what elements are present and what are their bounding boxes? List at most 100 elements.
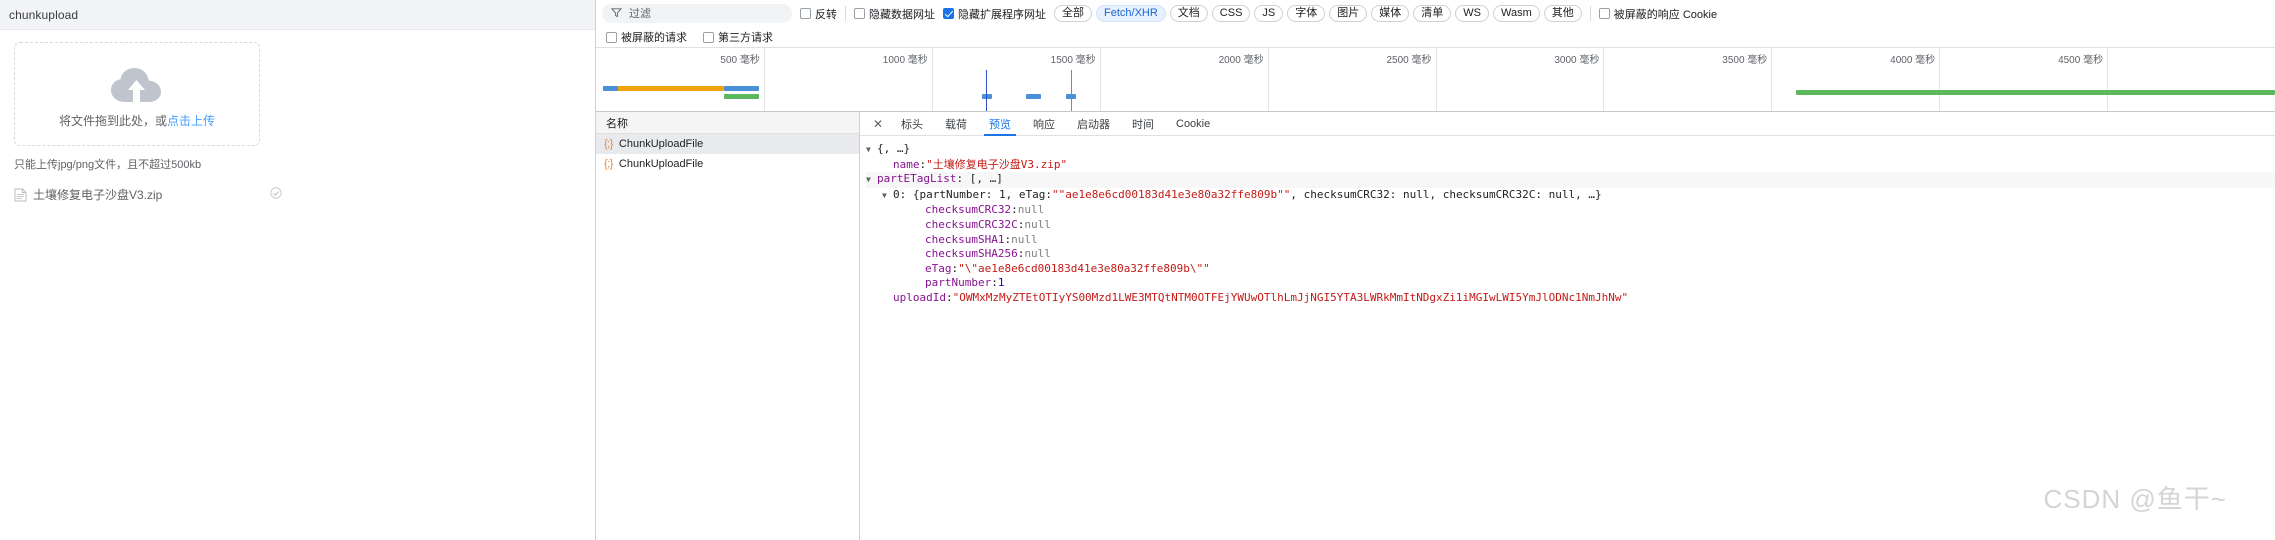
json-token: : (919, 157, 927, 171)
checkbox-hide-extension-urls[interactable]: 隐藏扩展程序网址 (943, 6, 1046, 22)
json-token: "土壤修复电子沙盘V3.zip" (926, 157, 1068, 171)
tab-timing[interactable]: 时间 (1121, 112, 1165, 135)
request-list-header: 名称 (596, 112, 859, 134)
chip-js[interactable]: JS (1254, 5, 1284, 22)
json-row[interactable]: ▼ partETagList: [, …] (866, 172, 2275, 188)
checkbox-blocked-response-cookies[interactable]: 被屏蔽的响应 Cookie (1598, 6, 1717, 22)
json-row[interactable]: checksumCRC32C: null (866, 218, 2275, 233)
json-token: 1 (997, 276, 1005, 290)
tab-cookie[interactable]: Cookie (1165, 112, 1221, 135)
list-item[interactable]: 土壤修复电子沙盘V3.zip (14, 184, 282, 205)
json-token: null (1011, 232, 1038, 246)
checkbox-invert[interactable]: 反转 (800, 6, 837, 22)
funnel-icon (610, 7, 623, 21)
timeline-tick-label: 500 毫秒 (720, 55, 760, 66)
chip-fetch-xhr[interactable]: Fetch/XHR (1096, 5, 1166, 22)
timeline-tick (931, 48, 933, 111)
checkbox-box (703, 31, 714, 43)
network-filter-toolbar-secondary: 被屏蔽的请求 第三方请求 (596, 27, 2275, 47)
chip-css[interactable]: CSS (1211, 5, 1251, 22)
devtools-network-panel: 反转 隐藏数据网址 隐藏扩展程序网址 全部 Fetch/XHR 文档 CSS J… (596, 0, 2275, 540)
json-token: : (1017, 217, 1025, 231)
chip-ws[interactable]: WS (1455, 5, 1489, 22)
json-token: : (1017, 247, 1025, 261)
json-row[interactable]: checksumCRC32: null (866, 203, 2275, 218)
disclosure-triangle-icon[interactable]: ▼ (882, 189, 893, 204)
json-row[interactable]: eTag: "\"ae1e8e6cd00183d41e3e80a32ffe809… (866, 262, 2275, 277)
dropzone-upload-link[interactable]: 点击上传 (167, 114, 215, 128)
timeline-event-marker (985, 70, 987, 111)
dropzone-text: 将文件拖到此处，或点击上传 (59, 112, 215, 129)
timeline-event-marker (1071, 70, 1073, 111)
json-token: checksumSHA1 (925, 232, 1005, 246)
tab-preview[interactable]: 预览 (978, 112, 1022, 136)
app-titlebar: chunkupload (0, 0, 595, 30)
json-row[interactable]: partNumber: 1 (866, 276, 2275, 291)
json-token: : [, …] (956, 172, 1003, 186)
disclosure-triangle-icon[interactable]: ▼ (866, 173, 877, 188)
checkbox-box (606, 31, 617, 43)
json-row[interactable]: name: "土壤修复电子沙盘V3.zip" (866, 158, 2275, 173)
table-row[interactable]: {;} ChunkUploadFile (596, 134, 859, 154)
timeline-tick-label: 3000 毫秒 (1554, 55, 1600, 66)
file-dropzone[interactable]: 将文件拖到此处，或点击上传 (14, 42, 260, 146)
search-input[interactable] (627, 6, 783, 21)
json-token: checksumSHA256 (925, 247, 1018, 261)
tab-initiator[interactable]: 启动器 (1066, 112, 1121, 135)
timeline-request-bar (723, 94, 759, 99)
chip-doc[interactable]: 文档 (1169, 5, 1208, 22)
table-row[interactable]: {;} ChunkUploadFile (596, 154, 859, 174)
chip-font[interactable]: 字体 (1287, 5, 1326, 22)
chip-manifest[interactable]: 清单 (1413, 5, 1452, 22)
column-header-name: 名称 (606, 117, 628, 130)
chip-all[interactable]: 全部 (1054, 5, 1092, 22)
timeline-request-bar (1025, 94, 1041, 99)
disclosure-triangle-icon[interactable]: ▼ (866, 143, 877, 158)
divider (1589, 6, 1591, 21)
application-pane: chunkupload 将文件拖到此处，或点击上传 只能上传jpg/png文件，… (0, 0, 596, 540)
json-token: : (991, 276, 998, 290)
tab-headers[interactable]: 标头 (890, 112, 934, 135)
json-token: partETagList (877, 172, 957, 186)
json-row[interactable]: checksumSHA256: null (866, 247, 2275, 262)
checkbox-hide-data-urls[interactable]: 隐藏数据网址 (854, 6, 935, 22)
json-row[interactable]: ▼ {, …} (866, 142, 2275, 158)
network-overview-timeline[interactable]: 500 毫秒 1000 毫秒 1500 毫秒 2000 毫秒 2500 毫秒 3000 毫… (596, 47, 2275, 112)
json-token: : {partNumber: 1, eTag: (899, 187, 1052, 201)
checkbox-label: 隐藏数据网址 (869, 8, 935, 21)
checkbox-third-party-requests[interactable]: 第三方请求 (703, 29, 773, 45)
json-token: {, …} (877, 142, 911, 155)
json-row[interactable]: ▼ 0: {partNumber: 1, eTag: ""ae1e8e6cd001… (866, 188, 2275, 204)
timeline-request-bar (982, 94, 993, 99)
request-detail-pane: ✕ 标头 载荷 预览 响应 启动器 时间 Cookie ▼ {, …} name: … (860, 112, 2275, 540)
json-token: null (1017, 203, 1045, 217)
chip-other[interactable]: 其他 (1543, 5, 1582, 22)
json-token: uploadId (893, 290, 946, 304)
chip-wasm[interactable]: Wasm (1493, 5, 1540, 22)
filter-input-wrapper[interactable] (602, 4, 792, 23)
json-preview-tree[interactable]: ▼ {, …} name: "土壤修复电子沙盘V3.zip" ▼ partETagLis… (860, 136, 2275, 540)
json-token: "OWMxMzMyZTEtOTIyYS00Mzd1LWE3MTQtNTM0OTF… (952, 290, 1629, 304)
file-name: 土壤修复电子沙盘V3.zip (33, 188, 163, 202)
document-icon (14, 188, 27, 202)
json-token: 0 (893, 187, 900, 201)
json-token: "\"ae1e8e6cd00183d41e3e80a32ffe809b\"" (958, 261, 1210, 275)
tab-payload[interactable]: 载荷 (934, 112, 978, 135)
timeline-tick-label: 1500 毫秒 (1050, 55, 1096, 66)
json-row[interactable]: uploadId: "OWMxMzMyZTEtOTIyYS00Mzd1LWE3M… (866, 291, 2275, 306)
cloud-upload-icon (109, 66, 165, 106)
json-token: : (1004, 232, 1012, 246)
timeline-tick-label: 4000 毫秒 (1890, 55, 1936, 66)
json-row[interactable]: checksumSHA1: null (866, 233, 2275, 248)
chip-img[interactable]: 图片 (1329, 5, 1368, 22)
chip-media[interactable]: 媒体 (1371, 5, 1410, 22)
timeline-tick (1939, 48, 1941, 111)
json-token: , checksumCRC32: null, checksumCRC32C: n… (1290, 187, 1602, 201)
checkbox-label: 第三方请求 (718, 32, 773, 44)
tab-response[interactable]: 响应 (1022, 112, 1066, 135)
json-token: : (951, 261, 959, 275)
checkbox-blocked-requests[interactable]: 被屏蔽的请求 (606, 29, 687, 45)
checkbox-label: 被屏蔽的请求 (621, 32, 687, 44)
close-icon[interactable]: ✕ (866, 112, 890, 135)
timeline-tick (2107, 48, 2109, 111)
